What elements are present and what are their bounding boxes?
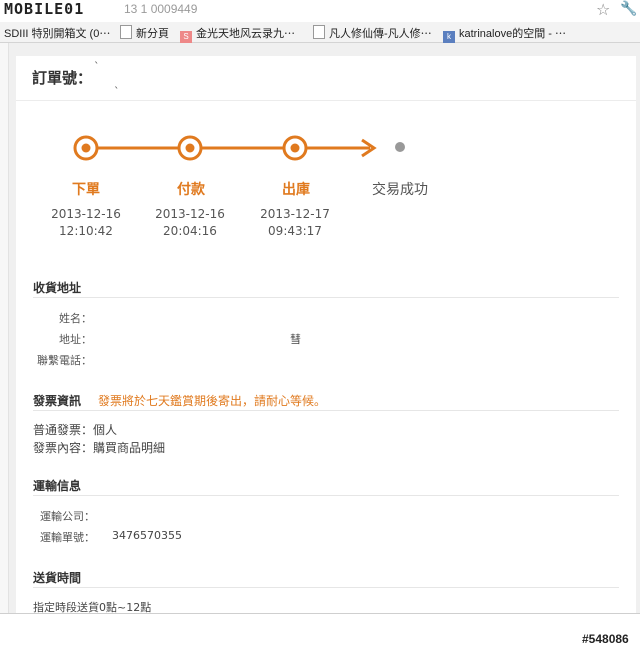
page-icon — [313, 25, 325, 39]
bookmark-item[interactable]: SDIII 特別開箱文 (0⋯ — [4, 25, 110, 41]
step-node-complete — [395, 142, 405, 152]
section-divider — [33, 587, 619, 588]
redacted-mark: ˎ — [114, 76, 120, 89]
step-node-shipped — [282, 135, 308, 161]
wrench-icon[interactable]: 🔧 — [620, 1, 637, 17]
delivery-time-title: 送貨時間 — [33, 571, 82, 585]
invoice-type: 普通發票：個人 — [33, 423, 118, 437]
carrier-label: 運輸公司： — [40, 510, 95, 523]
step-node-paid — [177, 135, 203, 161]
address-value: 彗 — [290, 333, 301, 346]
step-node-ordered — [73, 135, 99, 161]
invoice-title: 發票資訊 — [33, 394, 82, 408]
bookmark-item[interactable]: 新分頁 — [120, 25, 169, 41]
step-label-ordered: 下單 — [72, 182, 100, 198]
step-label-shipped: 出庫 — [282, 182, 310, 198]
tracking-number-label: 運輸單號： — [40, 531, 95, 544]
address-label: 地址： — [59, 333, 92, 346]
star-icon[interactable]: ☆ — [596, 0, 610, 19]
site-logo[interactable]: MOBILE01 — [4, 0, 84, 18]
step-label-paid: 付款 — [177, 182, 205, 198]
transport-title: 運輸信息 — [33, 479, 82, 493]
bookmark-item[interactable]: S 金光天地风云录九⋯ — [180, 25, 295, 43]
image-watermark: #548086 — [582, 632, 629, 646]
order-number-label: 訂單號： — [32, 69, 93, 87]
bottom-blank-area — [0, 613, 640, 649]
left-scroll-strip — [0, 43, 9, 613]
step-label-complete: 交易成功 — [372, 182, 428, 198]
recipient-name-label: 姓名： — [59, 312, 92, 325]
step-time-ordered: 2013-12-16 12:10:42 — [51, 207, 121, 238]
phone-label: 聯繫電話： — [37, 354, 92, 367]
step-time-shipped: 2013-12-17 09:43:17 — [260, 207, 330, 238]
step-time-paid: 2013-12-16 20:04:16 — [155, 207, 225, 238]
browser-address-row: MOBILE01 13 1 0009449 ☆ 🔧 — [0, 0, 640, 22]
bookmark-item[interactable]: k katrinalove的空間 - ⋯ — [443, 25, 566, 43]
section-divider — [33, 495, 619, 496]
bookmarks-bar: SDIII 特別開箱文 (0⋯ 新分頁 S 金光天地风云录九⋯ 凡人修仙傳-凡人修… — [0, 22, 640, 43]
section-divider — [33, 297, 619, 298]
order-progress-track — [73, 135, 405, 161]
page-icon — [120, 25, 132, 39]
invoice-content: 發票內容：購買商品明細 — [33, 441, 166, 455]
section-divider — [33, 410, 619, 411]
soku-icon: S — [180, 31, 192, 43]
bookmark-item[interactable]: 凡人修仙傳-凡人修⋯ — [313, 25, 432, 41]
shipping-address-title: 收貨地址 — [33, 281, 82, 295]
redacted-mark: ` — [94, 60, 100, 73]
tracking-number-value[interactable]: 3476570355 — [112, 529, 182, 542]
order-header: 訂單號： ` ˎ — [16, 56, 636, 101]
invoice-notice: 發票將於七天鑑賞期後寄出，請耐心等候。 — [98, 394, 327, 408]
url-text[interactable]: 13 1 0009449 — [124, 2, 197, 16]
blog-icon: k — [443, 31, 455, 43]
